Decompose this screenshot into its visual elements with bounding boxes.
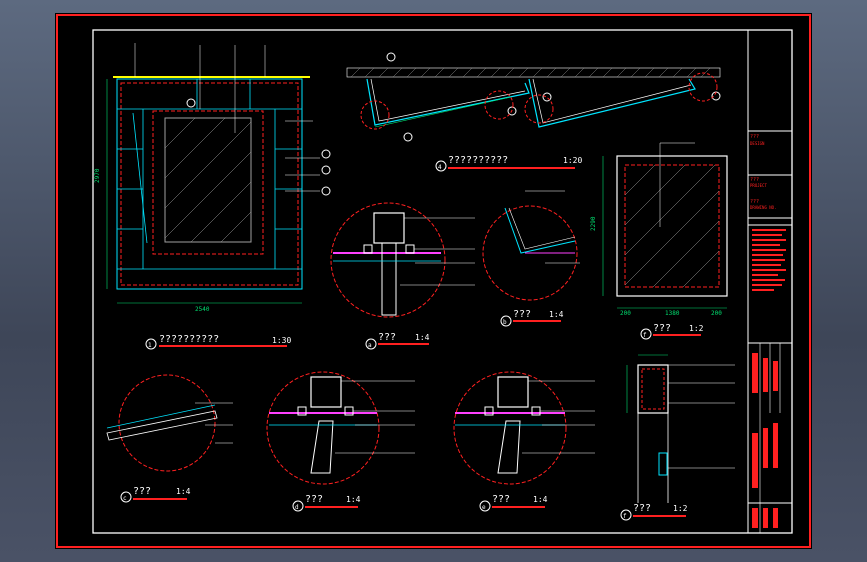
section-callout-label: 4 — [438, 164, 442, 171]
panel-elevation: 2290 200 1380 200 f ??? 1:2 — [590, 142, 728, 340]
detail-d-title: ??? — [305, 494, 323, 505]
detail-c-callout-label: c — [123, 495, 127, 502]
detail-d-callout-label: d — [295, 504, 299, 511]
title-block: ??? DESIGN ??? PROJECT ??? DRAWING NO. — [747, 30, 792, 533]
detail-c-scale: 1:4 — [176, 487, 191, 496]
detail-e-callout-label: e — [482, 504, 486, 511]
detail-d: d ??? 1:4 — [266, 371, 415, 512]
detail-e-title: ??? — [492, 494, 510, 505]
panel-callout-label: f — [643, 332, 647, 339]
detail-b-scale: 1:4 — [549, 310, 564, 319]
detail-e: e ??? 1:4 — [453, 371, 595, 512]
detail-a-callout-label: a — [368, 342, 372, 349]
detail-f: f ??? 1:2 — [620, 354, 735, 521]
detail-e-scale: 1:4 — [533, 495, 548, 504]
detail-a-scale: 1:4 — [415, 333, 430, 342]
detail-a: a ??? 1:4 — [330, 202, 475, 350]
elevation-scale: 1:30 — [272, 336, 291, 345]
elevation-callout-label: 1 — [148, 342, 152, 349]
panel-dim-mid: 1380 — [665, 310, 680, 317]
panel-title: ??? — [653, 323, 671, 334]
dim-height-label: 2970 — [94, 168, 101, 183]
svg-text:DESIGN: DESIGN — [750, 141, 765, 146]
cad-viewport[interactable]: ??? DESIGN ??? PROJECT ??? DRAWING NO. 2… — [55, 13, 812, 549]
panel-dim-left: 200 — [620, 310, 631, 317]
elevation-title: ?????????? — [159, 334, 219, 345]
detail-a-title: ??? — [378, 332, 396, 343]
panel-height-label: 2290 — [590, 216, 597, 231]
detail-f-scale: 1:2 — [673, 504, 688, 513]
detail-f-callout-label: f — [623, 513, 627, 520]
drawing-inner-frame — [92, 29, 793, 534]
svg-text:???: ??? — [750, 134, 759, 140]
section-title: ?????????? — [448, 155, 508, 166]
cad-drawing: ??? DESIGN ??? PROJECT ??? DRAWING NO. 2… — [56, 14, 811, 548]
top-section: 4 ?????????? 1:20 — [346, 52, 721, 172]
svg-text:DRAWING NO.: DRAWING NO. — [750, 205, 777, 210]
svg-text:PROJECT: PROJECT — [750, 183, 767, 188]
detail-b-callout-label: b — [503, 319, 507, 326]
detail-d-scale: 1:4 — [346, 495, 361, 504]
dim-width-label: 2540 — [195, 306, 210, 313]
section-scale: 1:20 — [563, 156, 582, 165]
detail-b-title: ??? — [513, 309, 531, 320]
detail-c: c ??? 1:4 — [106, 374, 233, 503]
detail-f-title: ??? — [633, 503, 651, 514]
detail-c-title: ??? — [133, 486, 151, 497]
drawing-outer-frame — [56, 14, 811, 548]
panel-scale: 1:2 — [689, 324, 704, 333]
panel-dim-right: 200 — [711, 310, 722, 317]
main-elevation: 2970 2540 1 ?????????? 1:30 — [94, 43, 331, 350]
detail-b: b ??? 1:4 — [482, 190, 580, 327]
